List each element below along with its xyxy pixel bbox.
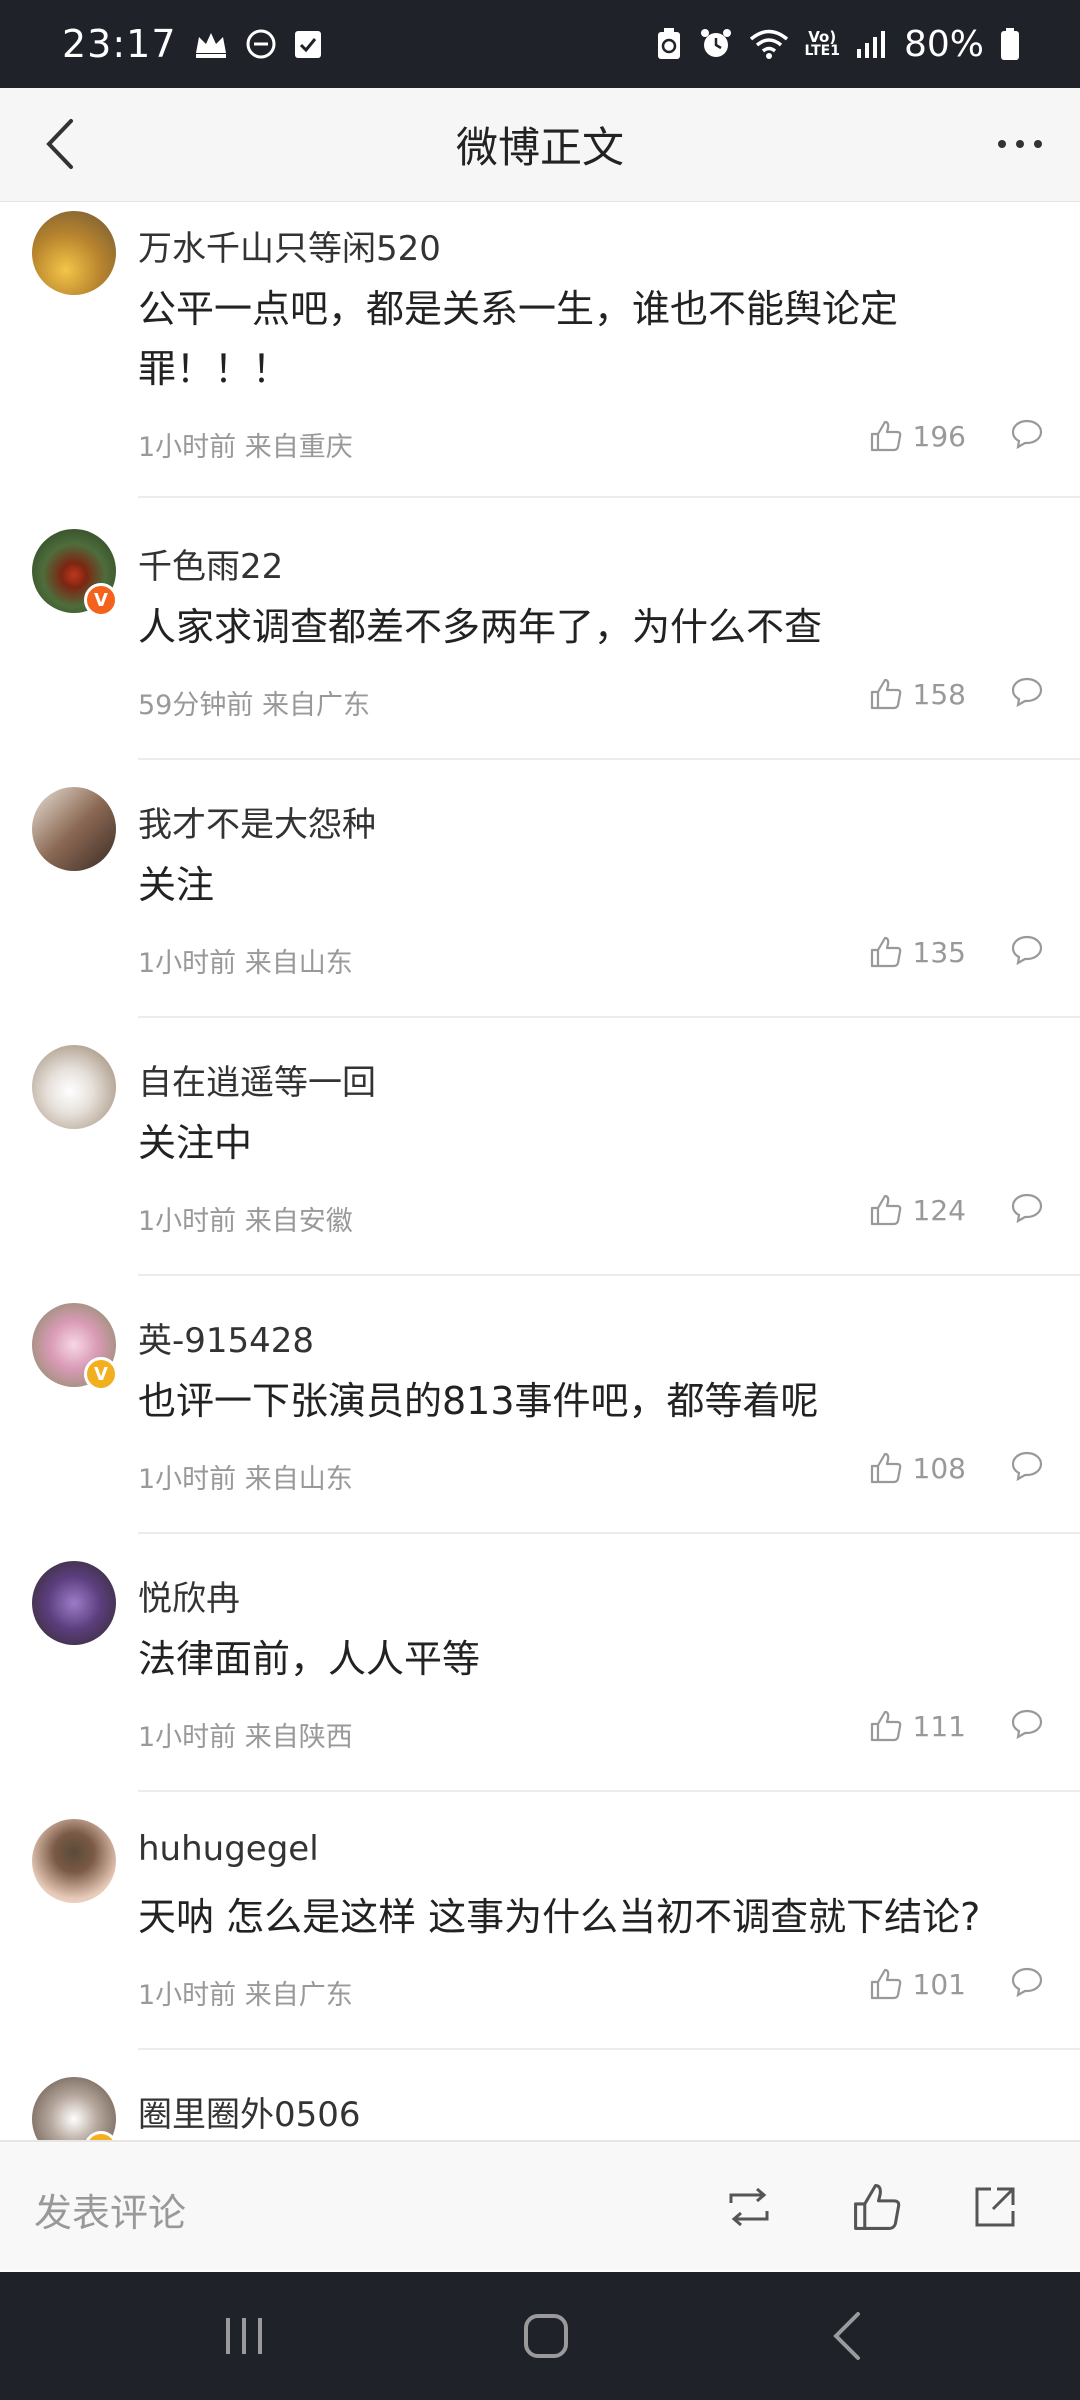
divider <box>138 1532 1080 1534</box>
divider <box>138 2048 1080 2050</box>
verified-badge: V <box>84 583 118 617</box>
like-button[interactable]: 101 <box>869 1967 966 2001</box>
thumb-up-icon <box>870 678 901 710</box>
avatar[interactable]: V <box>32 1303 118 1391</box>
comment-bubble-icon[interactable] <box>1010 934 1044 970</box>
like-count: 108 <box>912 1451 966 1485</box>
thumb-up-icon <box>870 420 901 452</box>
comment-bubble-icon[interactable] <box>1010 1450 1044 1486</box>
thumb-up-icon <box>870 936 901 968</box>
avatar[interactable] <box>32 1819 116 1903</box>
nav-bar: 微博正文 <box>0 88 1080 202</box>
verified-badge: V <box>84 1357 118 1391</box>
lte-icon: Vo) LTE1 <box>804 28 840 59</box>
comment-username[interactable]: 英-915428 <box>138 1313 314 1362</box>
comment-username[interactable]: 悦欣冉 <box>138 1571 240 1620</box>
divider <box>138 758 1080 760</box>
like-button[interactable]: 124 <box>869 1193 966 1227</box>
signal-icon <box>856 29 888 59</box>
comment-text: 也评一下张演员的813事件吧，都等着呢 <box>138 1379 819 1423</box>
comment-text: 天呐 怎么是这样 这事为什么当初不调查就下结论? <box>138 1895 981 1939</box>
comment-text: 公平一点吧，都是关系一生，谁也不能舆论定罪！！！ <box>138 287 899 391</box>
like-button[interactable]: 158 <box>869 677 966 711</box>
crown-icon <box>193 29 229 59</box>
thumb-up-icon <box>870 1194 901 1226</box>
comment-meta: 1小时前 来自陕西 <box>138 1722 353 1753</box>
comment-meta: 1小时前 来自山东 <box>138 1464 353 1495</box>
comment-username[interactable]: 圈里圈外0506 <box>138 2087 361 2136</box>
more-icon[interactable] <box>990 114 1050 174</box>
thumb-up-icon[interactable] <box>842 2172 912 2242</box>
divider <box>138 1016 1080 1018</box>
like-button[interactable]: 135 <box>869 935 966 969</box>
comment-username[interactable]: huhugegel <box>138 1829 319 1869</box>
wifi-icon <box>749 28 789 60</box>
comment-meta: 59分钟前 来自广东 <box>138 690 370 721</box>
comment-bubble-icon[interactable] <box>1010 1708 1044 1744</box>
thumb-up-icon <box>870 1968 901 2000</box>
avatar[interactable]: V <box>32 2077 118 2140</box>
like-count: 101 <box>912 1967 966 2001</box>
like-count: 196 <box>912 419 966 453</box>
comment-meta: 1小时前 来自重庆 <box>138 432 353 463</box>
comment-meta: 1小时前 来自山东 <box>138 948 353 979</box>
comment-username[interactable]: 我才不是大怨种 <box>138 797 376 846</box>
comment-username[interactable]: 万水千山只等闲520 <box>138 221 441 270</box>
battery-percent: 80% <box>903 23 984 65</box>
like-count: 158 <box>912 677 966 711</box>
chevron-left-icon[interactable] <box>30 114 90 174</box>
page-title: 微博正文 <box>455 123 624 172</box>
back-icon[interactable] <box>818 2306 878 2366</box>
divider <box>138 1274 1080 1276</box>
divider <box>138 1790 1080 1792</box>
comment-bubble-icon[interactable] <box>1010 1192 1044 1228</box>
avatar[interactable] <box>32 787 116 871</box>
alarm-icon <box>699 27 733 61</box>
comment-meta: 1小时前 来自安徽 <box>138 1206 353 1237</box>
like-count: 111 <box>912 1709 966 1743</box>
like-count: 135 <box>912 935 966 969</box>
status-time: 23:17 <box>62 22 177 66</box>
like-button[interactable]: 111 <box>869 1709 966 1743</box>
avatar[interactable] <box>32 211 116 295</box>
thumb-up-icon <box>870 1452 901 1484</box>
comment-list[interactable]: 万水千山只等闲520 公平一点吧，都是关系一生，谁也不能舆论定罪！！！ 1小时前… <box>0 203 1080 2140</box>
thumb-up-icon <box>870 1710 901 1742</box>
comment-text: 人家求调查都差不多两年了，为什么不查 <box>138 605 823 649</box>
repost-icon[interactable] <box>714 2172 784 2242</box>
bottom-action-bar: 发表评论 <box>0 2140 1080 2270</box>
recents-icon[interactable] <box>214 2306 274 2366</box>
comment-username[interactable]: 千色雨22 <box>138 539 283 588</box>
comment-bubble-icon[interactable] <box>1010 676 1044 712</box>
status-bar: 23:17 Vo) LTE1 80% <box>0 0 1080 88</box>
comment-input[interactable]: 发表评论 <box>34 2182 186 2237</box>
like-count: 124 <box>912 1193 966 1227</box>
battery-icon <box>1000 27 1020 61</box>
like-button[interactable]: 108 <box>869 1451 966 1485</box>
avatar[interactable] <box>32 1045 116 1129</box>
system-nav-bar <box>0 2272 1080 2400</box>
comment-username[interactable]: 自在逍遥等一回 <box>138 1055 376 1104</box>
avatar[interactable] <box>32 1561 116 1645</box>
network-type: LTE1 <box>804 43 840 59</box>
share-icon[interactable] <box>960 2172 1030 2242</box>
comment-bubble-icon[interactable] <box>1010 418 1044 454</box>
comment-bubble-icon[interactable] <box>1010 1966 1044 2002</box>
like-button[interactable]: 196 <box>869 419 966 453</box>
recycle-icon <box>655 27 683 61</box>
avatar[interactable]: V <box>32 529 118 617</box>
comment-text: 法律面前，人人平等 <box>138 1637 481 1681</box>
checkbox-icon <box>293 28 323 60</box>
divider <box>138 496 1080 498</box>
do-not-disturb-icon <box>245 28 277 60</box>
home-icon[interactable] <box>516 2306 576 2366</box>
comment-text: 关注 <box>138 863 215 907</box>
comment-meta: 1小时前 来自广东 <box>138 1980 353 2011</box>
comment-text: 关注中 <box>138 1121 253 1165</box>
